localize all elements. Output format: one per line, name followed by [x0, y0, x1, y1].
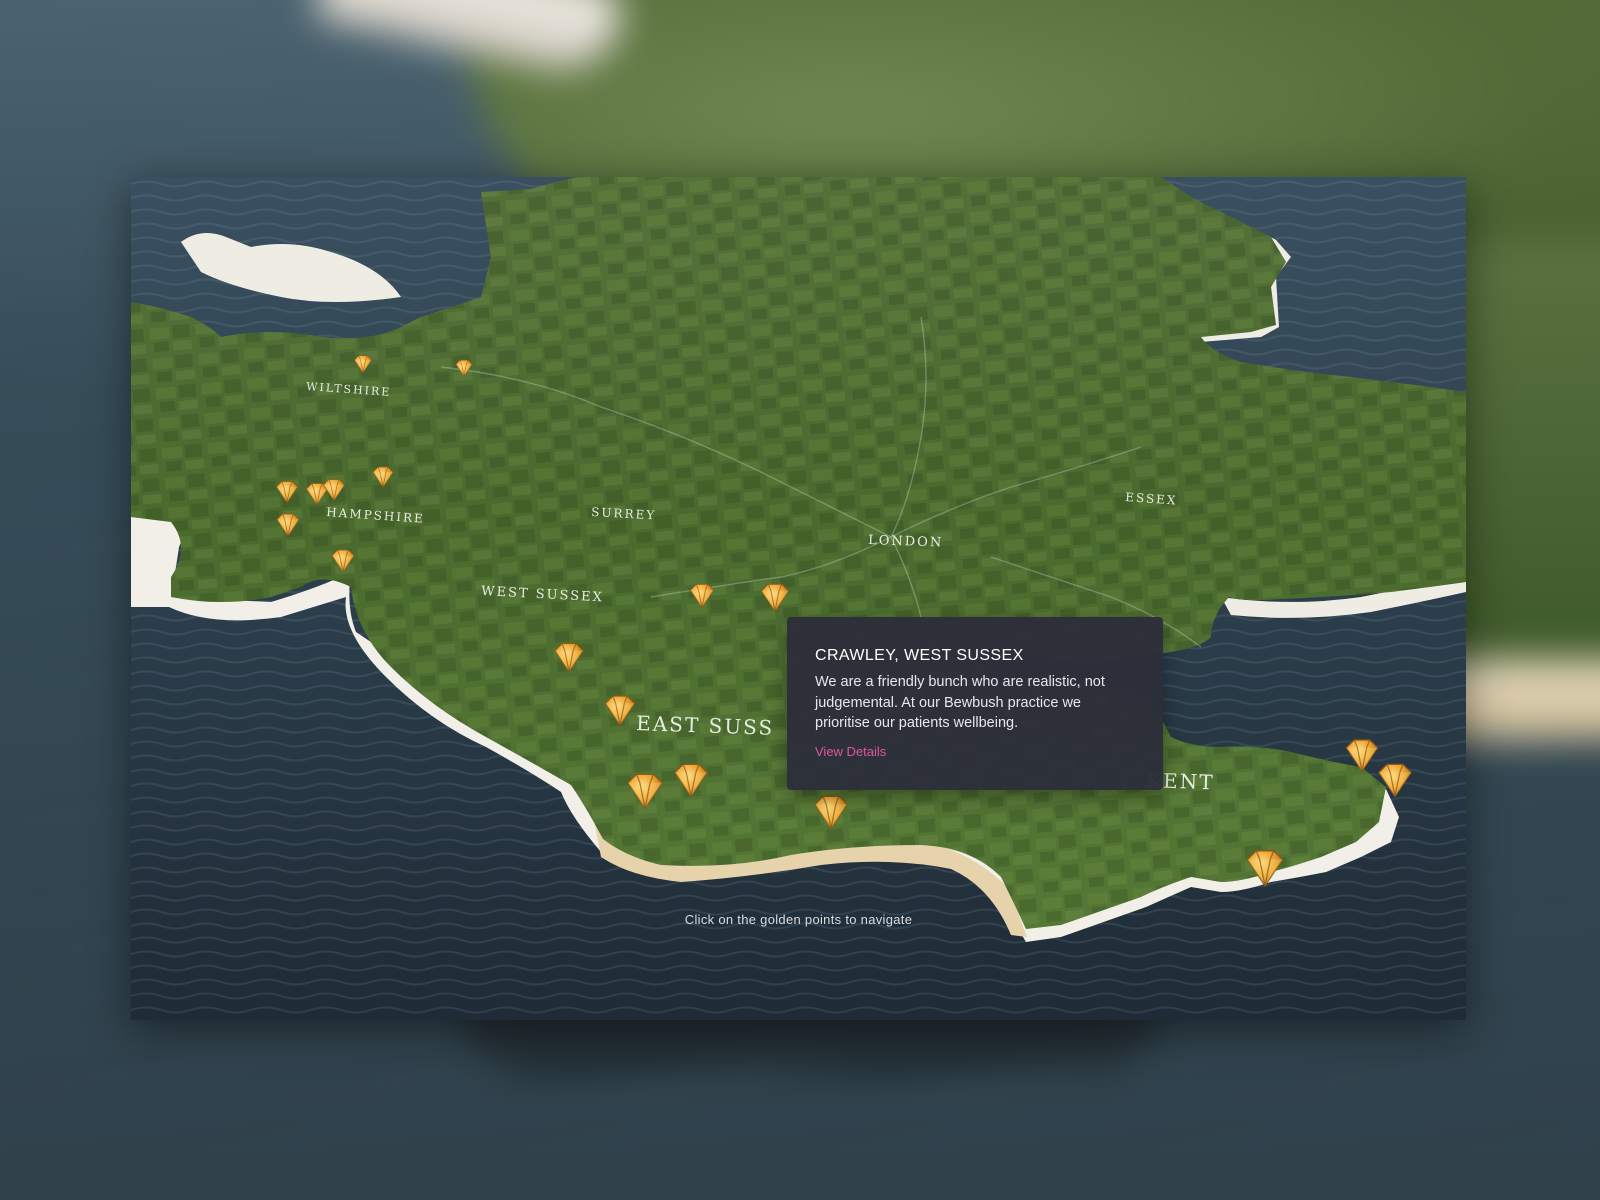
- label-london: LONDON: [868, 533, 944, 551]
- location-description: We are a friendly bunch who are realisti…: [815, 674, 1105, 731]
- map-panel[interactable]: WILTSHIRE HAMPSHIRE SURREY LONDON ESSEX …: [131, 177, 1466, 1020]
- navigation-hint: Click on the golden points to navigate: [684, 912, 913, 927]
- location-title: CRAWLEY, WEST SUSSEX: [815, 647, 1024, 664]
- map-canvas[interactable]: WILTSHIRE HAMPSHIRE SURREY LONDON ESSEX …: [131, 177, 1466, 1020]
- location-info-card: CRAWLEY, WEST SUSSEX We are a friendly b…: [787, 617, 1163, 790]
- label-east-sussex: EAST SUSS: [636, 711, 775, 740]
- view-details-link[interactable]: View Details: [815, 744, 886, 759]
